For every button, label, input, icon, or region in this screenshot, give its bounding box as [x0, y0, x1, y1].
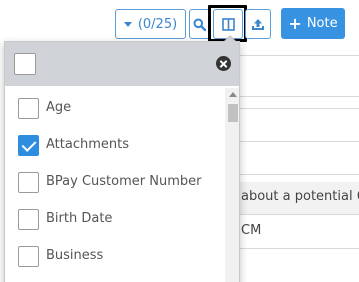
table-divider	[236, 141, 359, 142]
column-option-label: Business	[46, 248, 104, 263]
table-cell: about a potential 6	[241, 189, 359, 204]
table-divider	[236, 96, 359, 97]
column-picker-dropdown: Age Attachments BPay Customer Number Bir…	[4, 41, 240, 282]
filter-button[interactable]: (0/25)	[115, 9, 186, 39]
dropdown-arrow-fill	[224, 37, 236, 43]
column-picker-header	[5, 42, 239, 86]
filter-count: (0/25)	[137, 16, 178, 32]
column-option-label: Age	[46, 100, 72, 115]
column-option-business[interactable]: Business	[5, 241, 225, 278]
table-divider	[236, 55, 359, 56]
column-option-age[interactable]: Age	[5, 93, 225, 130]
table-divider	[236, 214, 359, 215]
column-option-bpay-customer-number[interactable]: BPay Customer Number	[5, 167, 225, 204]
table-cell: CM	[241, 223, 262, 238]
checkbox[interactable]	[18, 246, 39, 267]
export-button[interactable]	[245, 9, 271, 39]
column-option-attachments[interactable]: Attachments	[5, 130, 225, 167]
add-note-button[interactable]: + Note	[281, 8, 345, 39]
search-icon	[193, 18, 206, 31]
note-button-label: Note	[306, 16, 338, 31]
column-option-label: BPay Customer Number	[46, 174, 202, 189]
checkbox[interactable]	[18, 98, 39, 119]
scrollbar-thumb[interactable]	[228, 104, 238, 122]
checkbox-checked[interactable]	[18, 135, 39, 156]
plus-icon: +	[288, 13, 302, 33]
select-all-checkbox[interactable]	[14, 53, 36, 75]
caret-down-icon	[123, 21, 132, 27]
table-divider	[236, 108, 359, 109]
column-option-label: Birth Date	[46, 211, 113, 226]
table-divider	[236, 248, 359, 249]
checkbox[interactable]	[18, 209, 39, 230]
columns-icon	[221, 17, 235, 31]
column-option-birth-date[interactable]: Birth Date	[5, 204, 225, 241]
search-button[interactable]	[189, 9, 210, 39]
close-icon[interactable]	[216, 56, 231, 71]
column-option-label: Attachments	[46, 137, 129, 152]
scroll-up-arrow-icon[interactable]	[229, 92, 237, 97]
scrollbar[interactable]	[225, 88, 239, 282]
upload-icon	[252, 18, 264, 30]
table-divider	[236, 174, 359, 175]
checkbox[interactable]	[18, 172, 39, 193]
